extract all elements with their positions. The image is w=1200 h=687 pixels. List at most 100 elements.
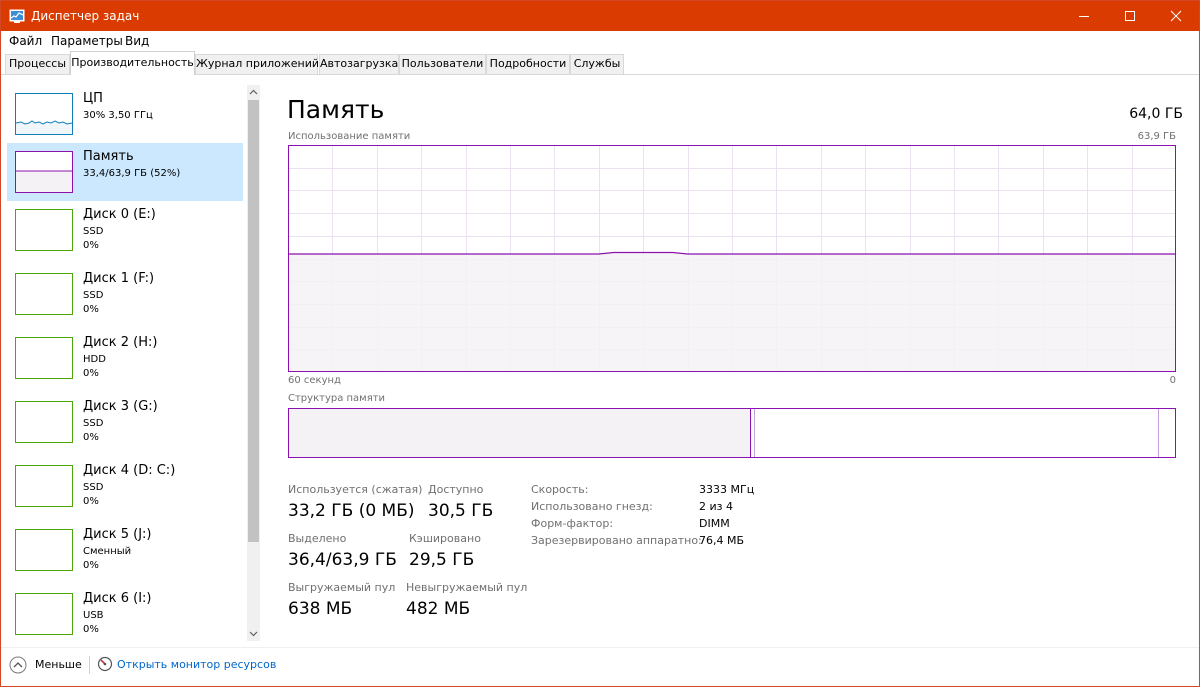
cached-label: Кэшировано — [409, 532, 481, 545]
sidebar-item-usage: 0% — [83, 432, 99, 443]
memory-thumbnail-graph — [15, 151, 73, 193]
close-button[interactable] — [1153, 1, 1199, 31]
usage-graph-max: 63,9 ГБ — [1137, 131, 1176, 142]
tab-services[interactable]: Службы — [570, 54, 624, 74]
fewer-details-button[interactable]: Меньше — [35, 658, 82, 672]
sidebar-item-type: Сменный — [83, 546, 132, 557]
usage-graph-label: Использование памяти — [288, 131, 411, 142]
sidebar-item-title: ЦП — [83, 91, 103, 106]
sidebar-item-memory[interactable]: Память 33,4/63,9 ГБ (52%) — [7, 143, 243, 201]
disk-thumbnail-graph — [15, 465, 73, 507]
structure-label: Структура памяти — [288, 393, 386, 404]
sidebar-item-title: Диск 5 (J:) — [83, 527, 152, 542]
disk-thumbnail-graph — [15, 593, 73, 635]
speed-value: 3333 МГц — [699, 483, 755, 496]
menu-bar: Файл Параметры Вид — [1, 31, 1199, 51]
sidebar-item-usage: 0% — [83, 496, 99, 507]
sidebar-item-cpu[interactable]: ЦП 30% 3,50 ГГц — [7, 85, 243, 143]
sidebar-item-usage: 0% — [83, 368, 99, 379]
memory-detail-pane: Память 64,0 ГБ Использование памяти 63,9… — [263, 75, 1199, 647]
resource-list: ЦП 30% 3,50 ГГц Память 33,4/63,9 ГБ (52%… — [1, 75, 263, 647]
task-manager-app-icon — [9, 8, 25, 24]
total-memory: 64,0 ГБ — [1129, 106, 1183, 122]
sidebar-item-title: Диск 0 (E:) — [83, 207, 156, 222]
disk-thumbnail-graph — [15, 273, 73, 315]
sidebar-item-title: Память — [83, 149, 134, 164]
in-use-label: Используется (сжатая) — [288, 483, 423, 496]
graph-time-start: 60 секунд — [288, 375, 341, 386]
chevron-up-circle-icon[interactable] — [9, 656, 27, 674]
hardware-reserved-label: Зарезервировано аппаратно: — [531, 534, 702, 547]
composition-in-use[interactable] — [289, 409, 751, 457]
form-factor-value: DIMM — [699, 517, 730, 530]
sidebar-item-type: SSD — [83, 290, 104, 301]
cpu-thumbnail-graph — [15, 93, 73, 135]
sidebar-item-disk-6[interactable]: Диск 6 (I:) USB 0% — [7, 585, 243, 643]
menu-file[interactable]: Файл — [9, 34, 42, 48]
scrollbar-thumb[interactable] — [248, 100, 259, 542]
minimize-button[interactable] — [1061, 1, 1107, 31]
paged-pool-value: 638 МБ — [288, 599, 353, 619]
memory-usage-graph — [288, 145, 1176, 372]
usage-area — [288, 252, 1176, 372]
resource-list-scrollbar[interactable] — [247, 85, 260, 641]
sidebar-item-type: SSD — [83, 482, 104, 493]
paged-pool-label: Выгружаемый пул — [288, 581, 396, 594]
task-manager-window: Диспетчер задач Файл Параметры Вид Проце… — [0, 0, 1200, 687]
sidebar-item-title: Диск 1 (F:) — [83, 271, 155, 286]
close-icon — [1170, 10, 1182, 22]
footer-bar: Меньше Открыть монитор ресурсов — [1, 647, 1199, 687]
sidebar-item-title: Диск 3 (G:) — [83, 399, 158, 414]
composition-standby-end — [1158, 409, 1159, 457]
sidebar-item-disk-4[interactable]: Диск 4 (D: C:) SSD 0% — [7, 457, 243, 515]
sidebar-item-type: SSD — [83, 418, 104, 429]
disk-thumbnail-graph — [15, 337, 73, 379]
tab-app-history[interactable]: Журнал приложений — [195, 54, 319, 74]
speed-label: Скорость: — [531, 483, 589, 496]
available-label: Доступно — [428, 483, 484, 496]
maximize-button[interactable] — [1107, 1, 1153, 31]
sidebar-item-usage: 0% — [83, 240, 99, 251]
sidebar-item-disk-0[interactable]: Диск 0 (E:) SSD 0% — [7, 201, 243, 259]
title-bar[interactable]: Диспетчер задач — [1, 1, 1199, 31]
chevron-down-icon — [249, 631, 258, 637]
committed-value: 36,4/63,9 ГБ — [288, 550, 397, 570]
tab-performance[interactable]: Производительность — [70, 51, 195, 75]
composition-modified[interactable] — [751, 409, 755, 457]
available-value: 30,5 ГБ — [428, 501, 494, 521]
sidebar-item-detail: 33,4/63,9 ГБ (52%) — [83, 168, 181, 179]
sidebar-item-disk-1[interactable]: Диск 1 (F:) SSD 0% — [7, 265, 243, 323]
page-title: Память — [287, 95, 385, 124]
cached-value: 29,5 ГБ — [409, 550, 475, 570]
committed-label: Выделено — [288, 532, 347, 545]
footer-divider — [89, 656, 90, 674]
sidebar-item-usage: 0% — [83, 560, 99, 571]
tab-details[interactable]: Подробности — [486, 54, 570, 74]
sidebar-item-title: Диск 6 (I:) — [83, 591, 152, 606]
resource-monitor-icon — [97, 656, 113, 672]
sidebar-item-disk-3[interactable]: Диск 3 (G:) SSD 0% — [7, 393, 243, 451]
open-resource-monitor-link[interactable]: Открыть монитор ресурсов — [117, 658, 276, 672]
sidebar-item-disk-5[interactable]: Диск 5 (J:) Сменный 0% — [7, 521, 243, 579]
sidebar-item-title: Диск 2 (H:) — [83, 335, 158, 350]
tab-startup[interactable]: Автозагрузка — [319, 54, 399, 74]
nonpaged-pool-label: Невыгружаемый пул — [406, 581, 528, 594]
sidebar-item-usage: 0% — [83, 304, 99, 315]
menu-options[interactable]: Параметры — [51, 34, 123, 48]
sidebar-item-type: USB — [83, 610, 104, 621]
maximize-icon — [1125, 11, 1135, 21]
tab-processes[interactable]: Процессы — [5, 54, 70, 74]
scroll-up-button[interactable] — [247, 85, 260, 99]
memory-composition-bar[interactable] — [288, 408, 1176, 458]
window-title: Диспетчер задач — [31, 9, 140, 23]
disk-thumbnail-graph — [15, 401, 73, 443]
sidebar-item-disk-2[interactable]: Диск 2 (H:) HDD 0% — [7, 329, 243, 387]
in-use-value: 33,2 ГБ (0 МБ) — [288, 501, 415, 521]
tab-users[interactable]: Пользователи — [399, 54, 486, 74]
tab-bar: Процессы Производительность Журнал прило… — [1, 51, 1199, 75]
scroll-down-button[interactable] — [247, 627, 260, 641]
slots-used-value: 2 из 4 — [699, 500, 733, 513]
disk-thumbnail-graph — [15, 209, 73, 251]
menu-view[interactable]: Вид — [125, 34, 149, 48]
sidebar-item-type: SSD — [83, 226, 104, 237]
